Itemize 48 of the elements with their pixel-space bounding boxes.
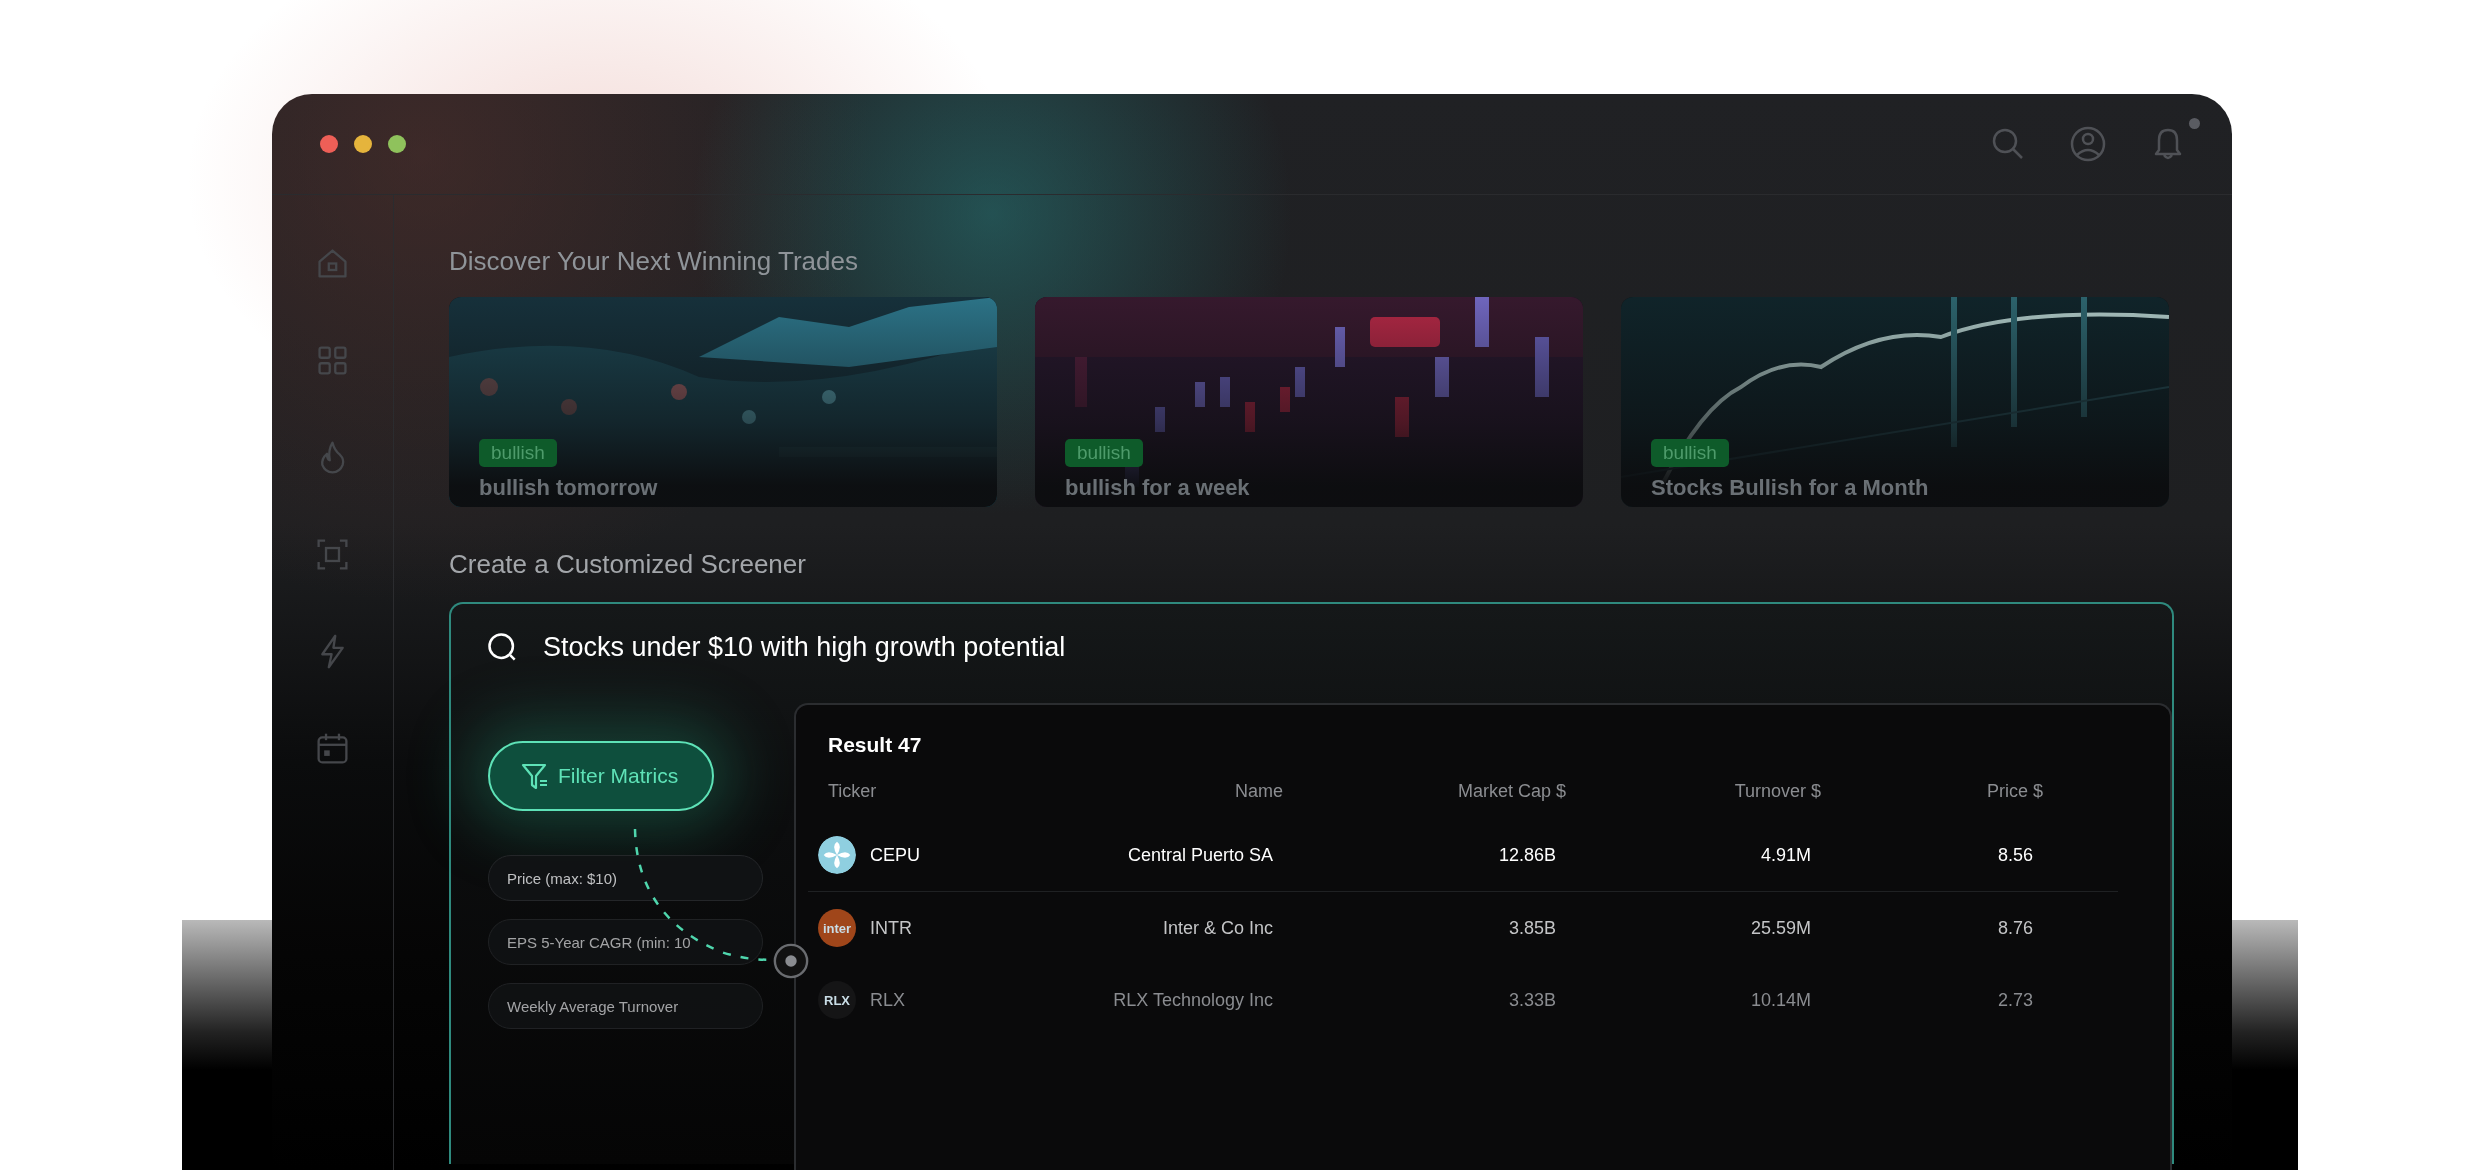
price-value: 2.73 (1996, 989, 2033, 1011)
section-title: Discover Your Next Winning Trades (449, 245, 859, 278)
trade-card[interactable]: bullish bullish for a week (1035, 297, 1583, 507)
market-cap: 3.33B (1507, 989, 1556, 1011)
market-cap: 3.85B (1507, 917, 1556, 939)
company-name: RLX Technology Inc (1112, 989, 1273, 1011)
filter-chip[interactable]: Price (max: $10) (488, 855, 763, 901)
market-cap: 12.86B (1497, 844, 1556, 866)
trade-card[interactable]: bullish bullish tomorrow (449, 297, 997, 507)
user-icon[interactable] (2068, 124, 2108, 164)
card-title: Stocks Bullish for a Month (1651, 474, 1929, 502)
turnover-value: 25.59M (1749, 917, 1811, 939)
bullish-tag: bullish (479, 439, 557, 467)
price-value: 8.56 (1996, 844, 2033, 866)
column-header[interactable]: Turnover $ (1566, 780, 1821, 802)
company-name: Central Puerto SA (1126, 844, 1273, 866)
price-value: 8.76 (1996, 917, 2033, 939)
focus-icon[interactable] (314, 536, 351, 573)
result-row[interactable]: RLX RLX RLX Technology Inc 3.33B 10.14M 2.73 (808, 964, 2118, 1036)
filter-button[interactable]: Filter Matrics (488, 741, 715, 811)
ticker-symbol: RLX (870, 989, 905, 1011)
trade-card[interactable]: bullish Stocks Bullish for a Month (1621, 297, 2169, 507)
column-header[interactable]: Ticker (828, 780, 988, 802)
company-logo: RLX (818, 981, 856, 1019)
card-title: bullish tomorrow (479, 474, 658, 502)
result-row[interactable]: inter INTR Inter & Co Inc 3.85B 25.59M 8.76 (808, 892, 2118, 964)
company-name: Inter & Co Inc (1161, 917, 1273, 939)
window-control-dot[interactable] (354, 135, 372, 153)
filter-chip[interactable]: Weekly Average Turnover (488, 983, 763, 1029)
column-header[interactable]: Price $ (1821, 780, 2043, 802)
results-title: Result 47 (828, 733, 923, 758)
bullish-tag: bullish (1065, 439, 1143, 467)
turnover-value: 4.91M (1759, 844, 1811, 866)
filter-icon (520, 761, 550, 791)
bullish-tag: bullish (1651, 439, 1729, 467)
pinwheel-logo-icon (818, 836, 856, 874)
turnover-value: 10.14M (1749, 989, 1811, 1011)
card-title: bullish for a week (1065, 474, 1250, 502)
company-logo: inter (818, 909, 856, 947)
ticker-symbol: CEPU (870, 844, 920, 866)
section-title: Create a Customized Screener (449, 548, 807, 581)
window-control-dot[interactable] (388, 135, 406, 153)
ticker-symbol: INTR (870, 917, 912, 939)
filter-chip[interactable]: EPS 5-Year CAGR (min: 10 (488, 919, 763, 965)
column-header[interactable]: Name (988, 780, 1283, 802)
column-header[interactable]: Market Cap $ (1283, 780, 1566, 802)
search-field[interactable]: Stocks under $10 with high growth potential (543, 628, 2138, 667)
window-control-dot[interactable] (320, 135, 338, 153)
